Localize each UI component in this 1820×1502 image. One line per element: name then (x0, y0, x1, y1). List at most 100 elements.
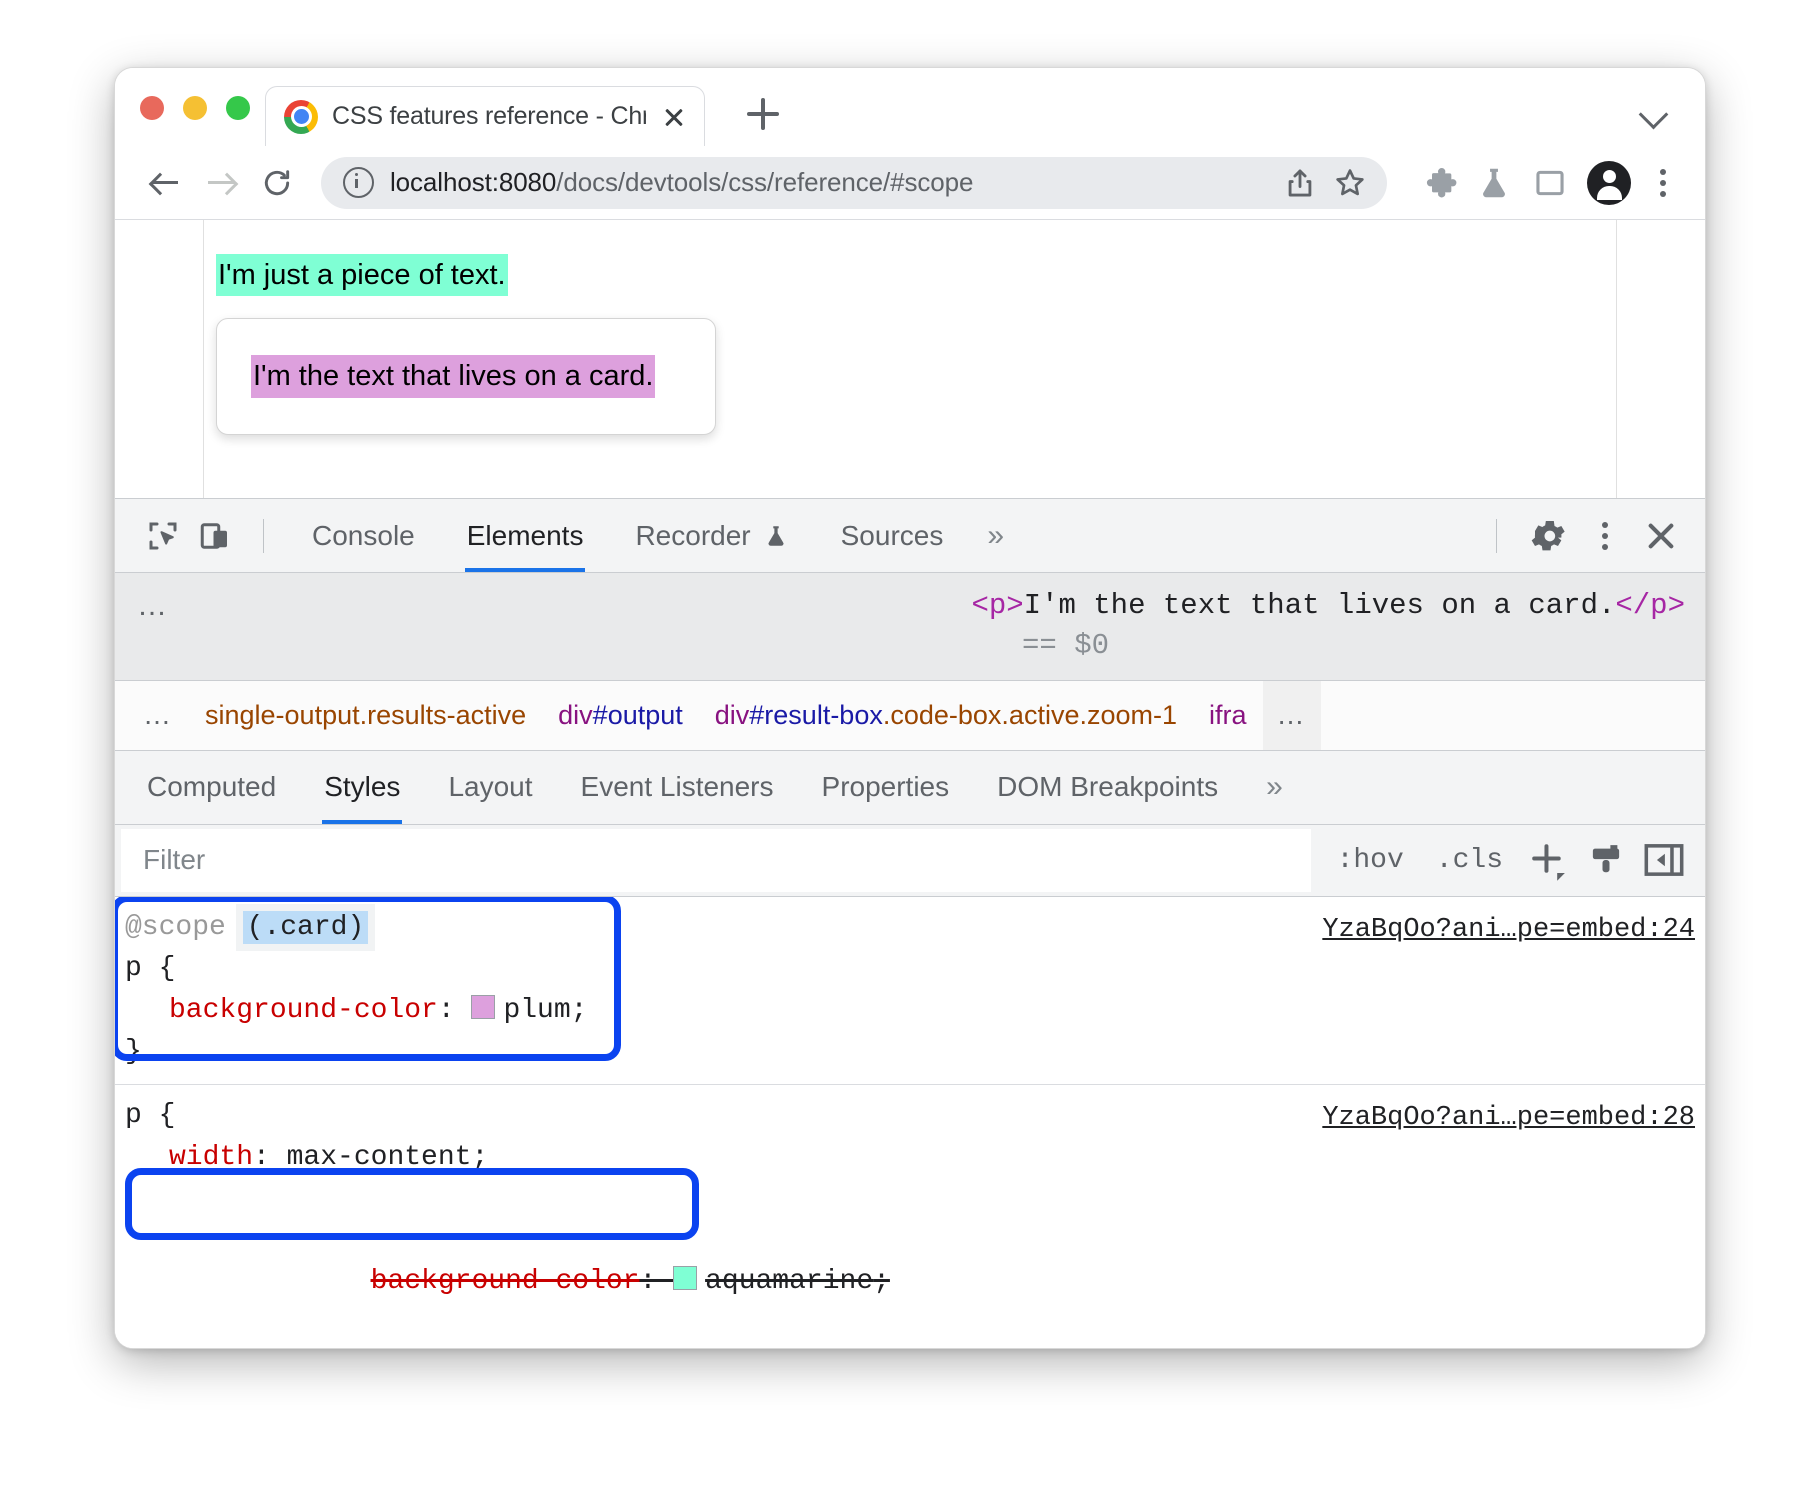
tab-dom-breakpoints-label: DOM Breakpoints (997, 771, 1218, 803)
dom-ellipsis[interactable]: … (137, 589, 169, 623)
breadcrumb-item-2-classes: .code-box.active.zoom-1 (883, 700, 1177, 730)
kebab-dots (1585, 513, 1625, 559)
breadcrumb: … single-output.results-active div#outpu… (115, 681, 1705, 751)
breadcrumb-item-3[interactable]: ifra (1193, 700, 1263, 731)
card-element: I'm the text that lives on a card. (216, 318, 716, 434)
scope-argument[interactable]: (.card) (243, 911, 369, 944)
breadcrumb-item-2[interactable]: div#result-box.code-box.active.zoom-1 (699, 700, 1193, 731)
style-rule-source-0[interactable]: YzaBqOo?ani…pe=embed:24 (1322, 911, 1695, 951)
toolbar-divider-right (1496, 519, 1497, 553)
tab-recorder-label: Recorder (635, 520, 750, 552)
breadcrumb-item-0-label: single-output.results-active (205, 700, 526, 730)
maximize-window-button[interactable] (226, 96, 250, 120)
side-panel-icon[interactable] (1527, 160, 1573, 206)
style-rule-p: YzaBqOo?ani…pe=embed:28 p { width: max-c… (115, 1085, 1705, 1348)
tab-layout[interactable]: Layout (424, 751, 556, 824)
share-icon[interactable] (1283, 166, 1317, 200)
plain-paragraph-wrapper: I'm just a piece of text. (216, 254, 1616, 296)
style-rule-source-1[interactable]: YzaBqOo?ani…pe=embed:28 (1322, 1099, 1695, 1139)
tab-elements[interactable]: Elements (441, 499, 610, 572)
breadcrumb-item-1-id: #output (593, 700, 683, 730)
declaration-property-1-0[interactable]: width (169, 1142, 253, 1173)
tab-title: CSS features reference - Chrom (332, 102, 646, 131)
close-devtools-icon[interactable] (1635, 510, 1687, 562)
chevron-down-icon[interactable] (1639, 98, 1669, 128)
address-bar[interactable]: localhost:8080/docs/devtools/css/referen… (321, 157, 1387, 209)
chrome-menu-icon[interactable] (1643, 160, 1683, 206)
declaration-value-0-0[interactable]: plum (503, 995, 570, 1026)
device-toolbar-icon[interactable] (189, 510, 241, 562)
sidebar-more-tabs-icon[interactable]: » (1242, 751, 1307, 824)
breadcrumb-item-2-tag: div (715, 700, 750, 730)
tab-console[interactable]: Console (286, 499, 441, 572)
styles-toolbar: :hov .cls (1311, 825, 1705, 896)
dom-node-markup[interactable]: <p>I'm the text that lives on a card.</p… (137, 587, 1689, 625)
breadcrumb-item-0[interactable]: single-output.results-active (189, 700, 542, 731)
rules-bottom-fade (115, 1322, 1705, 1348)
tab-properties-label: Properties (822, 771, 950, 803)
card-paragraph: I'm the text that lives on a card. (251, 355, 655, 397)
tab-recorder[interactable]: Recorder (609, 499, 814, 572)
info-circle-icon[interactable] (343, 167, 374, 198)
declaration-value-1-0[interactable]: max-content (287, 1142, 472, 1173)
close-tab-icon[interactable] (660, 103, 688, 131)
close-window-button[interactable] (140, 96, 164, 120)
page-content: I'm just a piece of text. I'm the text t… (203, 220, 1617, 498)
url-text: localhost:8080/docs/devtools/css/referen… (390, 167, 1267, 198)
screenshot-root: CSS features reference - Chrom loc (0, 0, 1820, 1502)
color-swatch-plum[interactable] (471, 995, 495, 1019)
new-tab-button[interactable] (743, 94, 783, 134)
print-style-icon[interactable] (1577, 831, 1635, 889)
declaration-value-1-1[interactable]: aquamarine (705, 1266, 873, 1297)
toggle-element-classes-button[interactable]: .cls (1420, 845, 1519, 876)
window-controls (140, 96, 250, 120)
color-swatch-aquamarine[interactable] (673, 1266, 697, 1290)
search-input-placeholder: Filter (143, 844, 205, 876)
dom-open-tag: <p> (971, 589, 1023, 622)
sidebar-more-label: » (1266, 770, 1283, 804)
devtools-toolbar: Console Elements Recorder (115, 499, 1705, 573)
breadcrumb-left-ellipsis[interactable]: … (127, 699, 189, 731)
declaration-background-color-aquamarine[interactable]: background-color: aquamarine; (125, 1178, 1705, 1344)
tab-event-listeners[interactable]: Event Listeners (557, 751, 798, 824)
styles-rules-pane: YzaBqOo?ani…pe=embed:24 @scope (.card) p… (115, 897, 1705, 1348)
extensions-icon[interactable] (1415, 160, 1461, 206)
at-scope-keyword: @scope (125, 912, 226, 943)
breadcrumb-item-1[interactable]: div#output (542, 700, 699, 731)
devtools-panel-tabs: Console Elements Recorder (286, 499, 1474, 572)
back-button[interactable] (137, 155, 193, 211)
reload-button[interactable] (249, 155, 305, 211)
plain-paragraph: I'm just a piece of text. (216, 254, 508, 296)
declaration-background-color-plum[interactable]: background-color: plum; (125, 990, 1705, 1031)
search-input[interactable]: Filter (121, 829, 1311, 892)
devtools-kebab-icon[interactable] (1579, 510, 1631, 562)
tab-properties[interactable]: Properties (798, 751, 974, 824)
avatar-icon[interactable] (1587, 161, 1631, 205)
plus-icon[interactable] (1519, 831, 1577, 889)
breadcrumb-item-2-id: #result-box (749, 700, 883, 730)
toggle-pseudo-states-button[interactable]: :hov (1321, 845, 1420, 876)
declaration-property-0-0[interactable]: background-color (169, 995, 438, 1026)
tab-computed[interactable]: Computed (123, 751, 300, 824)
tab-elements-label: Elements (467, 520, 584, 552)
minimize-window-button[interactable] (183, 96, 207, 120)
tab-sources[interactable]: Sources (815, 499, 970, 572)
rule-selector-line-0[interactable]: p { (125, 948, 1705, 989)
star-icon[interactable] (1333, 166, 1367, 200)
settings-gear-icon[interactable] (1523, 510, 1575, 562)
labs-flask-icon[interactable] (1471, 160, 1517, 206)
dom-selected-marker: == $0 (137, 629, 1689, 662)
more-panels-icon[interactable]: » (969, 499, 1022, 572)
breadcrumb-item-3-tag: ifra (1209, 700, 1247, 730)
browser-tab[interactable]: CSS features reference - Chrom (265, 86, 705, 146)
tab-dom-breakpoints[interactable]: DOM Breakpoints (973, 751, 1242, 824)
forward-button[interactable] (193, 155, 249, 211)
collapse-sidebar-icon[interactable] (1635, 831, 1693, 889)
inspect-element-icon[interactable] (137, 510, 189, 562)
breadcrumb-right-ellipsis[interactable]: … (1263, 681, 1321, 750)
declaration-property-1-1[interactable]: background-color (371, 1266, 640, 1297)
breadcrumb-item-1-tag: div (558, 700, 593, 730)
declaration-width[interactable]: width: max-content; (125, 1137, 1705, 1178)
tab-styles[interactable]: Styles (300, 751, 424, 824)
tab-layout-label: Layout (448, 771, 532, 803)
